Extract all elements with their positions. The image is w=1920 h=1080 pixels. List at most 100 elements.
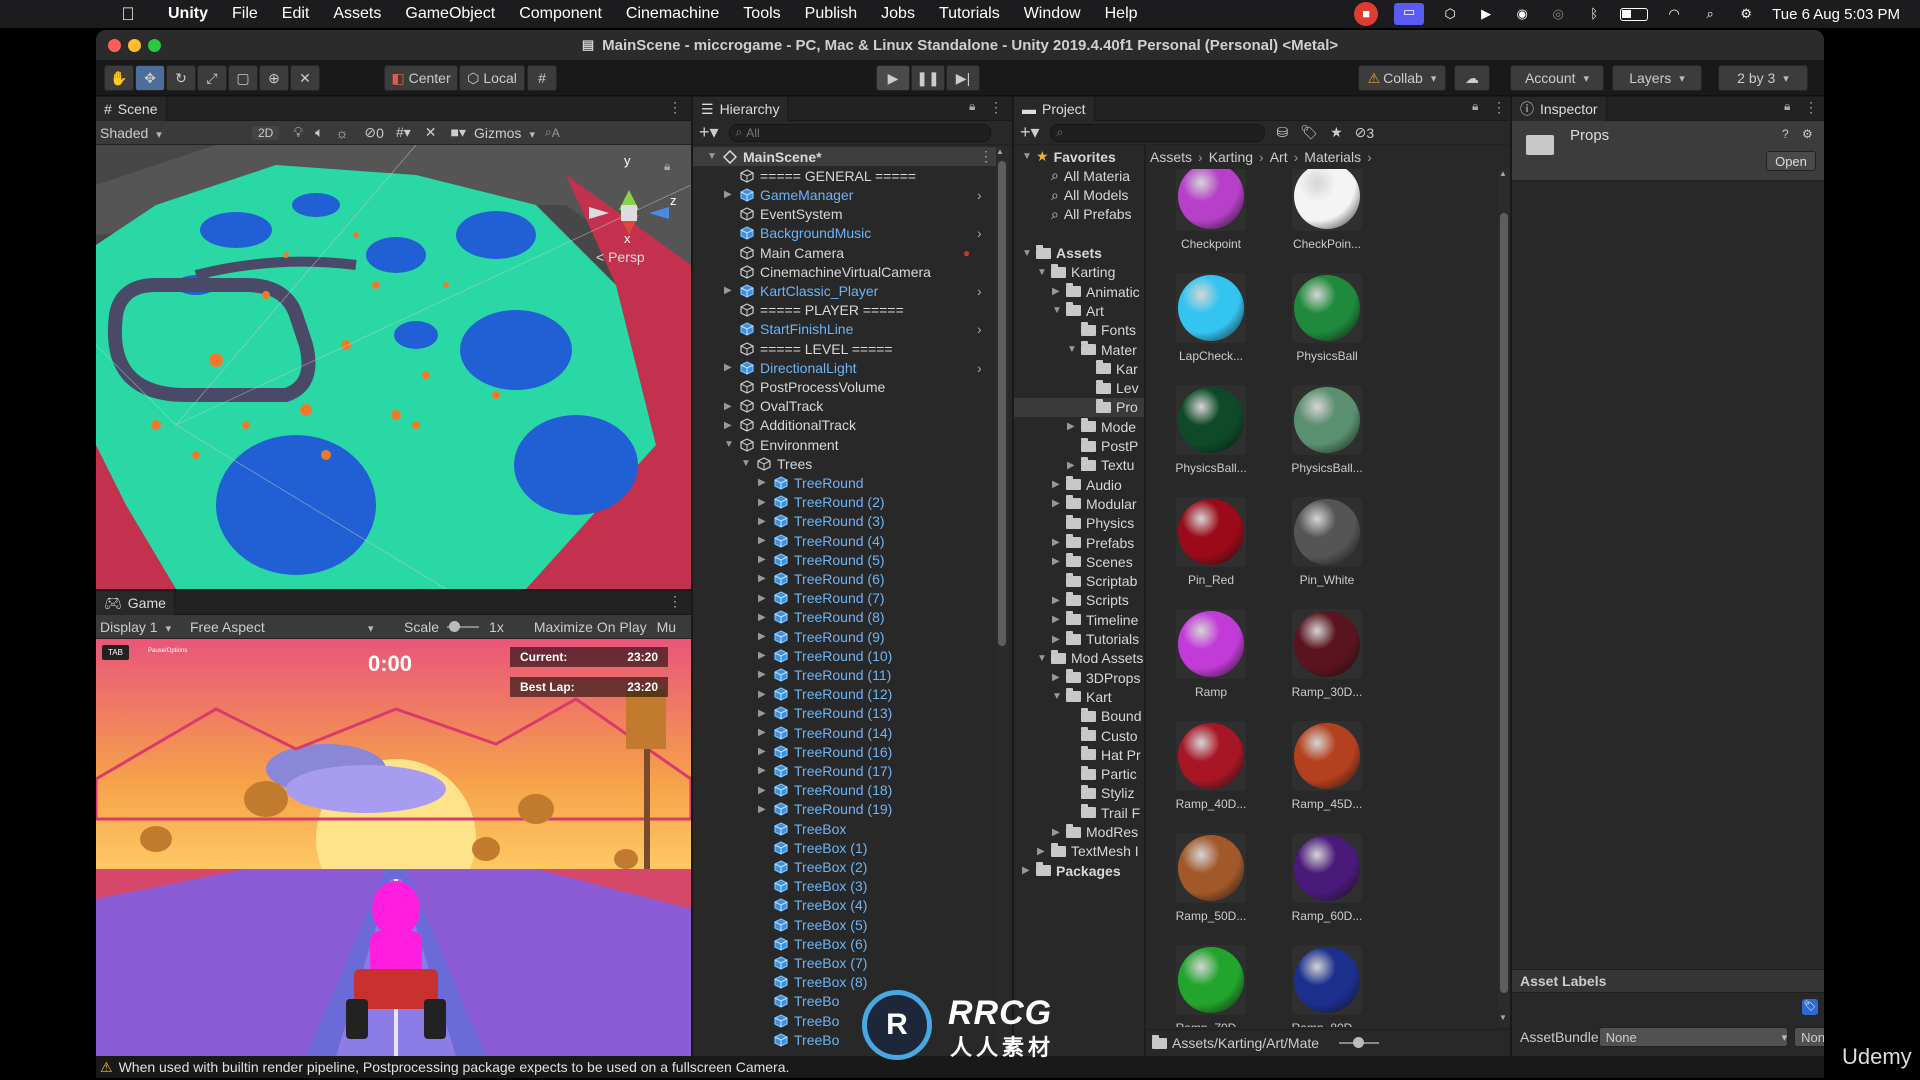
favorite-search-icon[interactable]: ★ [1330, 124, 1343, 141]
help-icon[interactable]: ? [1782, 127, 1789, 141]
collapsed-arrow-icon[interactable]: ▶ [1052, 556, 1060, 567]
layout-dropdown[interactable]: 2 by 3 [1718, 65, 1808, 91]
collapsed-arrow-icon[interactable]: ▶ [758, 593, 766, 604]
play-circle-icon[interactable]: ▶ [1476, 5, 1496, 23]
breadcrumb-item[interactable]: Assets [1150, 149, 1192, 165]
hand-tool-button[interactable]: ✋ [104, 65, 134, 91]
project-tree-row[interactable]: Lev [1014, 379, 1144, 398]
hierarchy-row[interactable]: TreeBox [693, 819, 998, 838]
asset-scroll-thumb[interactable] [1500, 213, 1508, 993]
material-asset[interactable]: PhysicsBall... [1156, 385, 1266, 475]
step-button[interactable]: ▶| [946, 65, 980, 91]
hierarchy-row[interactable]: ▶ TreeRound (2) [693, 493, 998, 512]
move-tool-button[interactable]: ✥ [135, 65, 165, 91]
expanded-arrow-icon[interactable]: ▼ [707, 151, 717, 162]
expanded-arrow-icon[interactable]: ▼ [1022, 151, 1032, 162]
project-tree-row[interactable]: ⌕ All Models [1014, 186, 1144, 205]
collapsed-arrow-icon[interactable]: ▶ [1052, 827, 1060, 838]
menu-gameobject[interactable]: GameObject [393, 5, 507, 23]
scene-options-icon[interactable]: ⋮ [979, 148, 993, 165]
project-tree-row[interactable]: ⌕ All Prefabs [1014, 205, 1144, 224]
collapsed-arrow-icon[interactable]: ▶ [758, 804, 766, 815]
collapsed-arrow-icon[interactable]: ▶ [724, 362, 732, 373]
collapsed-arrow-icon[interactable]: ▶ [1067, 460, 1075, 471]
pivot-mode-button[interactable]: ◧ Center [384, 65, 458, 91]
expanded-arrow-icon[interactable]: ▼ [1022, 248, 1032, 259]
menu-window[interactable]: Window [1012, 5, 1093, 23]
project-tree-row[interactable]: ▼ Art [1014, 301, 1144, 320]
layers-dropdown[interactable]: Layers [1612, 65, 1702, 91]
aspect-dropdown[interactable]: Free Aspect [190, 619, 390, 635]
tab-scene[interactable]: # Scene [96, 97, 167, 121]
project-tree-row[interactable]: ▶ Scripts [1014, 591, 1144, 610]
expanded-arrow-icon[interactable]: ▼ [1067, 344, 1077, 355]
gizmos-dropdown[interactable]: Gizmos [474, 125, 535, 141]
collapsed-arrow-icon[interactable]: ▶ [1052, 595, 1060, 606]
project-tree-row[interactable]: Partic [1014, 765, 1144, 784]
search-by-label-icon[interactable]: 🏷︎ [1300, 124, 1318, 141]
hierarchy-scroll-thumb[interactable] [998, 161, 1006, 646]
scene-menu-icon[interactable]: ⋮ [668, 99, 682, 116]
collapsed-arrow-icon[interactable]: ▶ [1052, 479, 1060, 490]
scene-tools-icon[interactable]: ✕ [425, 124, 437, 141]
project-tree-row[interactable]: ▶ Animatic [1014, 282, 1144, 301]
play-button[interactable]: ▶ [876, 65, 910, 91]
settings-gear-icon[interactable]: ⚙ [1802, 127, 1813, 141]
collapsed-arrow-icon[interactable]: ▶ [1067, 421, 1075, 432]
material-asset[interactable]: Ramp_45D... [1272, 721, 1382, 811]
scene-search-icon[interactable]: ⌕ [545, 125, 552, 140]
collapsed-arrow-icon[interactable]: ▶ [724, 401, 732, 412]
menu-component[interactable]: Component [507, 5, 614, 23]
inspector-lock-icon[interactable]: 🔒︎ [1784, 99, 1790, 114]
hierarchy-row[interactable]: ▶ TreeRound (16) [693, 742, 998, 761]
shading-mode-dropdown[interactable]: Shaded [100, 125, 238, 141]
tab-project[interactable]: ▬ Project [1014, 97, 1095, 121]
hierarchy-row[interactable]: StartFinishLine › [693, 320, 998, 339]
menu-jobs[interactable]: Jobs [869, 5, 927, 23]
material-asset[interactable]: Ramp_80D... [1272, 945, 1382, 1027]
collapsed-arrow-icon[interactable]: ▶ [758, 497, 766, 508]
material-asset[interactable]: PhysicsBall... [1272, 385, 1382, 475]
breadcrumb-item[interactable]: Karting [1209, 149, 1253, 165]
collab-dropdown[interactable]: ⚠ Collab [1358, 65, 1446, 91]
hierarchy-row[interactable]: ▶ TreeRound (19) [693, 800, 998, 819]
search-by-type-icon[interactable]: ⛁ [1277, 124, 1289, 141]
prefab-open-chevron-icon[interactable]: › [977, 225, 982, 241]
unity-hub-icon[interactable]: ⬡ [1440, 5, 1460, 23]
user-circle-icon[interactable]: ◉ [1512, 5, 1532, 23]
transform-tool-button[interactable]: ⊕ [259, 65, 289, 91]
expanded-arrow-icon[interactable]: ▼ [1052, 691, 1062, 702]
material-asset[interactable]: Ramp_40D... [1156, 721, 1266, 811]
project-tree-row[interactable]: Physics [1014, 514, 1144, 533]
2d-toggle[interactable]: 2D [252, 125, 280, 140]
project-tree-row[interactable]: ▼ Kart [1014, 687, 1144, 706]
menu-file[interactable]: File [220, 5, 270, 23]
tab-inspector[interactable]: ⓘ Inspector [1512, 97, 1607, 121]
game-menu-icon[interactable]: ⋮ [668, 593, 682, 610]
material-asset[interactable]: CheckPoin... [1272, 169, 1382, 251]
expanded-arrow-icon[interactable]: ▼ [724, 439, 734, 450]
collapsed-arrow-icon[interactable]: ▶ [1052, 634, 1060, 645]
display-dropdown[interactable]: Display 1 [100, 619, 190, 635]
prefab-open-chevron-icon[interactable]: › [977, 187, 982, 203]
collapsed-arrow-icon[interactable]: ▶ [758, 669, 766, 680]
hierarchy-row[interactable]: TreeBox (4) [693, 896, 998, 915]
lighting-toggle-icon[interactable]: 💡︎ [293, 124, 303, 141]
project-tree-row[interactable]: Fonts [1014, 321, 1144, 340]
project-tree-row[interactable]: Custo [1014, 726, 1144, 745]
hierarchy-row[interactable]: BackgroundMusic › [693, 224, 998, 243]
minimize-window-button[interactable] [128, 39, 141, 52]
spotlight-search-icon[interactable]: ⌕ [1700, 5, 1720, 23]
project-tree-row[interactable]: ▶ TextMesh I [1014, 842, 1144, 861]
inspector-menu-icon[interactable]: ⋮ [1804, 99, 1818, 116]
hierarchy-row[interactable]: ▶ TreeRound (17) [693, 761, 998, 780]
project-tree-row[interactable]: ▶ Timeline [1014, 610, 1144, 629]
grid-snap-button[interactable]: # [527, 65, 557, 91]
hierarchy-row[interactable]: ▶ TreeRound (13) [693, 704, 998, 723]
asset-scroll-up-icon[interactable]: ▲ [1499, 169, 1507, 178]
hierarchy-row[interactable]: ▶ TreeRound (10) [693, 646, 998, 665]
collapsed-arrow-icon[interactable]: ▶ [1052, 672, 1060, 683]
audio-toggle-icon[interactable]: 🔈︎ [315, 124, 323, 141]
label-tag-icon[interactable]: 🏷︎ [1802, 999, 1818, 1015]
collapsed-arrow-icon[interactable]: ▶ [1022, 865, 1030, 876]
